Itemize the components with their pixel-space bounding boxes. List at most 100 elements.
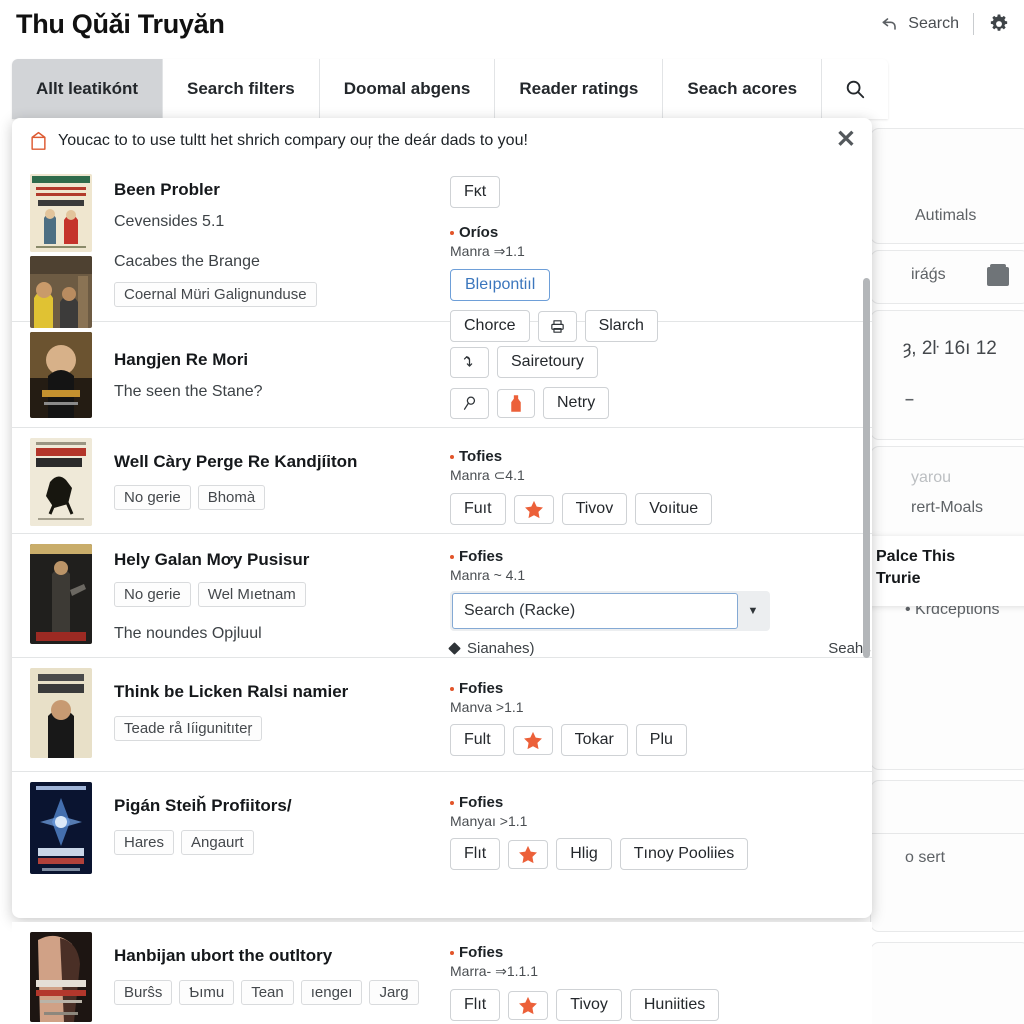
flit-button[interactable]: Flıt: [450, 838, 501, 870]
tivov-button[interactable]: Tivov: [561, 493, 628, 525]
book-chip[interactable]: Jarg: [369, 980, 419, 1005]
search-combobox[interactable]: ▼: [450, 591, 770, 631]
close-icon[interactable]: ✕: [836, 128, 856, 152]
book-chip[interactable]: Bhomà: [197, 485, 266, 510]
rating-sub: Manra ~ 4.1: [450, 567, 526, 583]
plu-button[interactable]: Plu: [635, 724, 687, 756]
book-title: Well Càry Perge Re Kandjíiton: [114, 452, 358, 471]
book-chip[interactable]: Hares: [114, 830, 175, 855]
background-card-2[interactable]: iráǵs: [870, 250, 1024, 304]
background-card-6[interactable]: o sert: [870, 780, 1024, 932]
book-actions: Fofies Manra ~ 4.1 ▼ Sianahes) Seahs ⊳1.: [444, 544, 872, 657]
reply-icon[interactable]: [450, 346, 489, 378]
tab-seach-acores[interactable]: Seach acores: [663, 59, 823, 119]
tinoy-pooliies-button[interactable]: Tınoy Pooliies: [619, 838, 749, 870]
combo-footer: Sianahes) Seahs ⊳1.: [448, 639, 872, 657]
rating-label: Fofies: [450, 794, 872, 811]
netry-button[interactable]: Netry: [543, 387, 610, 419]
book-actions: Fofies Marra- ⇒1.1.1 Flıt Tivoy Huniitie…: [444, 932, 872, 1024]
background-card-1-label: Autimals: [915, 207, 977, 224]
background-card-4-label-2: rert-Moals: [911, 499, 984, 516]
tab-allt-leatikont[interactable]: Allt leatikónt: [12, 59, 164, 119]
diamond-icon: [448, 641, 461, 655]
chevron-down-icon[interactable]: ▼: [738, 593, 768, 629]
book-cover: [30, 332, 92, 418]
modal-scrollbar[interactable]: [863, 278, 870, 658]
background-tooltip-line-2: Trurie: [876, 569, 921, 587]
share-icon: [880, 14, 900, 34]
book-title: Been Probler: [114, 180, 220, 199]
fuit-button[interactable]: Fuıt: [450, 493, 506, 525]
rating-sub: Manra ⇒1.1: [450, 243, 525, 259]
background-card-5[interactable]: • Krdceptions: [870, 580, 1024, 770]
fult-button[interactable]: Fult: [450, 724, 505, 756]
background-tooltip-line-1: Palce This: [876, 548, 956, 565]
book-chip[interactable]: Tean: [241, 980, 294, 1005]
book-chip[interactable]: No gerie: [114, 485, 191, 510]
book-actions: Tofies Manra ⊂4.1 Fuıt Tivov Voıitue: [444, 438, 872, 525]
star-icon[interactable]: [512, 725, 553, 755]
star-icon[interactable]: [513, 494, 554, 524]
combo-footer-left: Sianahes): [467, 639, 535, 657]
star-icon[interactable]: [508, 990, 549, 1020]
book-cover: [30, 932, 92, 1022]
book-chip[interactable]: Burŝs: [114, 980, 173, 1005]
tab-label: Reader ratings: [519, 79, 639, 98]
book-row[interactable]: Hangjen Re Mori The seen the Stane? Sair…: [12, 322, 872, 428]
book-row[interactable]: Think be Licken Ralsi namier Teade rå Ií…: [12, 658, 872, 772]
book-chip[interactable]: No gerie: [114, 582, 191, 607]
book-title: Hangjen Re Mori: [114, 350, 249, 369]
tab-label: Doomal abgens: [343, 79, 471, 98]
background-card-7[interactable]: [870, 942, 1024, 1024]
tab-search-icon-button[interactable]: [822, 59, 889, 119]
book-line-2: Cacabes the Brange: [114, 253, 260, 270]
header-actions: Search: [880, 13, 1010, 35]
flit-button[interactable]: Flıt: [450, 989, 501, 1021]
background-card-1[interactable]: Autimals: [870, 128, 1024, 244]
book-row[interactable]: Been Probler Cevensides 5.1 Cacabes the …: [12, 164, 872, 342]
tokar-button[interactable]: Tokar: [560, 724, 628, 756]
book-chip[interactable]: Coernal Müri Galignunduse: [114, 282, 317, 307]
book-info: Think be Licken Ralsi namier Teade rå Ií…: [92, 668, 444, 761]
book-chip[interactable]: Teade rå Iíigunitıteŗ: [114, 716, 263, 741]
book-row[interactable]: Hely Galan Mơy Pusisur No gerie Wel Mıet…: [12, 534, 872, 658]
tab-label: Search filters: [187, 79, 295, 98]
book-row[interactable]: Well Càry Perge Re Kandjíiton No gerie B…: [12, 428, 872, 534]
book-chip[interactable]: Angaurt: [181, 830, 254, 855]
background-tooltip: Palce This Trurie: [862, 536, 1024, 606]
header-search-button[interactable]: Search: [880, 14, 959, 34]
tab-reader-ratings[interactable]: Reader ratings: [495, 59, 664, 119]
book-cover: [30, 256, 92, 328]
star-icon[interactable]: [508, 839, 549, 869]
huniities-button[interactable]: Huniities: [629, 989, 720, 1021]
tivoy-button[interactable]: Tivoy: [556, 989, 622, 1021]
search-icon: [844, 78, 866, 100]
fkt-button[interactable]: Fĸt: [450, 176, 501, 208]
book-chip[interactable]: ıengeı: [300, 980, 363, 1005]
hlig-button[interactable]: Hlig: [556, 838, 612, 870]
tab-search-filters[interactable]: Search filters: [163, 59, 320, 119]
book-title: Hely Galan Mơy Pusisur: [114, 550, 310, 569]
book-chip[interactable]: Wel Mıetnam: [197, 582, 306, 607]
card-icon: [987, 264, 1009, 286]
book-info: Pigán Steiȟ Profiitors/ Hares Angaurt: [92, 782, 444, 876]
book-row[interactable]: Pigán Steiȟ Profiitors/ Hares Angaurt Fo…: [12, 772, 872, 886]
background-card-3[interactable]: ȝ, 2ŀ 16ı 12 –: [870, 310, 1024, 440]
book-chip-row: Hares Angaurt: [114, 830, 444, 855]
book-chip[interactable]: Ƅımu: [179, 980, 235, 1005]
book-chip-row: No gerie Bhomà: [114, 485, 444, 510]
sairetoury-button[interactable]: Sairetoury: [497, 346, 598, 378]
rating-sub: Manyaı >1.1: [450, 813, 528, 829]
header-divider: [973, 13, 974, 35]
book-chip-row: No gerie Wel Mıetnam: [114, 582, 444, 607]
book-row[interactable]: Hanbijan ubort the outltory Burŝs Ƅımu T…: [12, 922, 872, 1024]
bleipontiil-button[interactable]: Bleıpontiıl: [450, 269, 551, 301]
voiitue-button[interactable]: Voıitue: [635, 493, 713, 525]
search-input[interactable]: [452, 593, 738, 629]
flag-icon[interactable]: [497, 388, 535, 418]
book-actions: Fofies Manyaı >1.1 Flıt Hlig Tınoy Pooli…: [444, 782, 872, 876]
gear-icon[interactable]: [988, 13, 1010, 35]
tab-doomal-abgens[interactable]: Doomal abgens: [319, 59, 496, 119]
search-left-icon[interactable]: [450, 387, 489, 419]
rating-dot-icon: [450, 800, 454, 805]
